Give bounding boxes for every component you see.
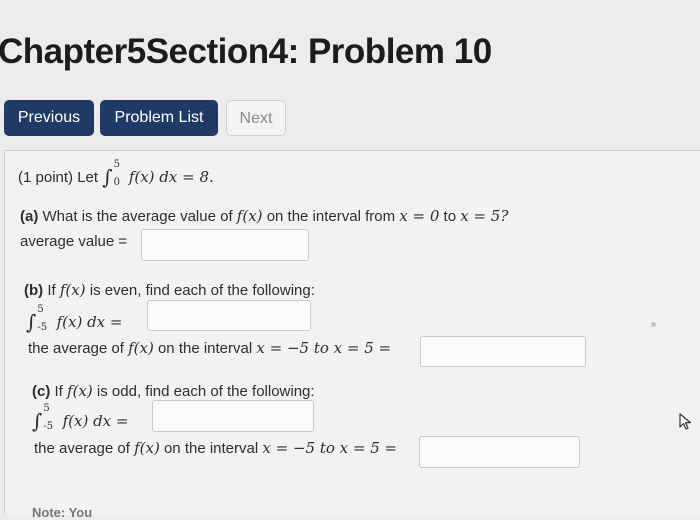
- part-b-avg-pre: the average of: [28, 340, 124, 357]
- even-integral-input[interactable]: [147, 300, 311, 331]
- page-title: Chapter5Section4: Problem 10: [0, 32, 492, 71]
- part-b-avg-range: x = −5 to x = 5 =: [256, 339, 392, 357]
- part-c-average: the average of f(x) on the interval x = …: [34, 439, 397, 457]
- part-b-text: is even, find each of the following:: [89, 282, 315, 299]
- part-b-avg-fx: f(x): [128, 339, 154, 357]
- part-c-if: If: [54, 383, 63, 400]
- part-b-if: If: [47, 282, 56, 299]
- intro-lower-limit: 0: [113, 177, 121, 189]
- part-b-tag: (b): [24, 282, 44, 299]
- intro-upper-limit: 5: [113, 159, 121, 171]
- previous-button[interactable]: Previous: [4, 100, 94, 136]
- intro-expression: f(x) dx = 8.: [128, 168, 214, 186]
- part-c-limits: 5 -5: [42, 403, 58, 433]
- problem-intro: (1 point) Let ∫ 5 0 f(x) dx = 8.: [18, 159, 214, 189]
- part-c-integral: ∫ 5 -5 f(x) dx =: [32, 403, 129, 433]
- part-c-tag: (c): [32, 383, 51, 400]
- part-b-avg-mid: on the interval: [157, 340, 253, 357]
- integral-sign-icon: ∫: [32, 409, 43, 433]
- part-c-avg-fx: f(x): [134, 439, 160, 457]
- part-c-question: (c) If f(x) is odd, find each of the fol…: [32, 382, 315, 400]
- part-a-question: (a) What is the average value of f(x) on…: [20, 207, 508, 225]
- part-b-average: the average of f(x) on the interval x = …: [28, 339, 391, 357]
- mouse-cursor-icon: [679, 413, 692, 430]
- part-c-fx: f(x): [67, 382, 93, 400]
- part-b-lower-limit: -5: [37, 322, 48, 334]
- part-a-to: to: [443, 208, 457, 225]
- decorative-dot: [651, 322, 656, 327]
- part-b-limits: 5 -5: [36, 304, 52, 334]
- part-b-fx: f(x): [59, 281, 86, 299]
- even-average-input[interactable]: [420, 336, 586, 367]
- part-b-integral-expr: f(x) dx =: [56, 313, 123, 331]
- integral-sign-icon: ∫: [102, 165, 113, 189]
- part-c-lower-limit: -5: [43, 421, 54, 433]
- part-c-text: is odd, find each of the following:: [96, 383, 315, 400]
- intro-prefix: (1 point) Let: [18, 169, 99, 186]
- odd-average-input[interactable]: [419, 436, 580, 468]
- part-b-upper-limit: 5: [37, 304, 44, 316]
- part-c-integral-expr: f(x) dx =: [62, 412, 129, 430]
- part-c-avg-pre: the average of: [34, 440, 130, 457]
- part-b-question: (b) If f(x) is even, find each of the fo…: [24, 281, 315, 299]
- average-value-input[interactable]: [141, 229, 309, 261]
- note-text: Note: You: [32, 505, 93, 520]
- part-a-text: What is the average value of: [42, 208, 233, 225]
- integral-sign-icon: ∫: [26, 310, 37, 334]
- part-c-avg-mid: on the interval: [163, 440, 259, 457]
- part-c-avg-range: x = −5 to x = 5 =: [262, 439, 398, 457]
- odd-integral-input[interactable]: [152, 400, 314, 432]
- part-a-x0: x = 0: [399, 207, 440, 225]
- part-a-x5: x = 5?: [460, 207, 509, 225]
- part-a-fx: f(x): [236, 207, 263, 225]
- part-b-integral: ∫ 5 -5 f(x) dx =: [26, 304, 123, 334]
- part-a-answer-label: average value =: [20, 233, 128, 250]
- problem-list-button[interactable]: Problem List: [100, 100, 218, 136]
- part-c-upper-limit: 5: [43, 403, 50, 415]
- part-a-text-mid: on the interval from: [266, 208, 396, 225]
- next-button[interactable]: Next: [226, 100, 286, 136]
- part-a-tag: (a): [20, 208, 39, 225]
- intro-limits: 50: [113, 159, 125, 189]
- problem-panel: [4, 150, 700, 515]
